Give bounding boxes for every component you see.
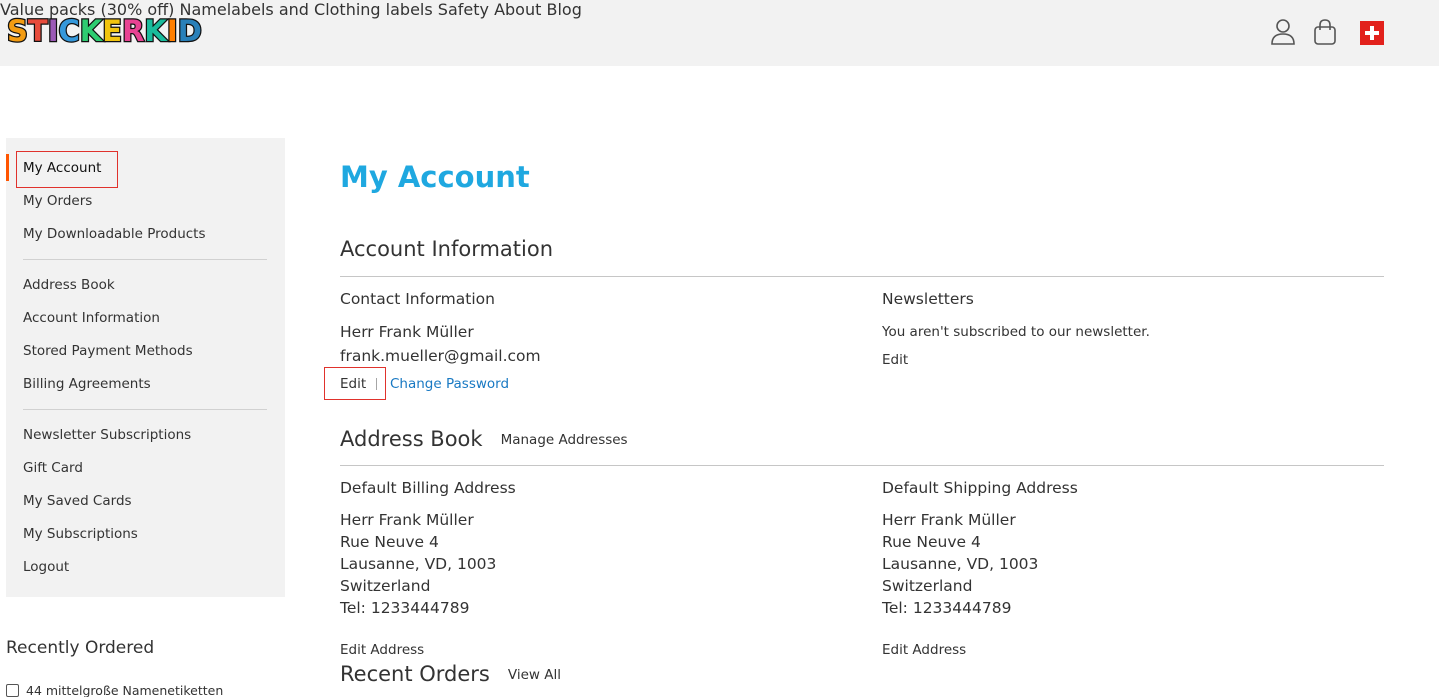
recently-ordered-title: Recently Ordered bbox=[6, 638, 155, 658]
active-indicator bbox=[6, 154, 9, 181]
manage-addresses-link[interactable]: Manage Addresses bbox=[501, 432, 628, 448]
sidebar-item-stored-payment-methods[interactable]: Stored Payment Methods bbox=[23, 343, 193, 359]
recent-orders-title: Recent Orders View All bbox=[340, 662, 561, 686]
billing-line: Tel: 1233444789 bbox=[340, 599, 470, 617]
billing-line: Lausanne, VD, 1003 bbox=[340, 555, 497, 573]
billing-line: Rue Neuve 4 bbox=[340, 533, 439, 551]
sidebar-item-gift-card[interactable]: Gift Card bbox=[23, 460, 83, 476]
address-book-title: Address Book Manage Addresses bbox=[340, 427, 628, 451]
newsletters-title: Newsletters bbox=[882, 290, 974, 308]
sidebar-item-billing-agreements[interactable]: Billing Agreements bbox=[23, 376, 151, 392]
contact-email: frank.mueller@gmail.com bbox=[340, 347, 541, 365]
section-divider bbox=[340, 465, 1384, 466]
contact-edit-link[interactable]: Edit bbox=[340, 376, 366, 392]
swiss-flag-icon[interactable] bbox=[1360, 21, 1384, 49]
sidebar-item-logout[interactable]: Logout bbox=[23, 559, 69, 575]
logo-letter: R bbox=[121, 13, 146, 50]
newsletter-status-text: You aren't subscribed to our newsletter. bbox=[882, 324, 1150, 340]
sidebar-divider bbox=[23, 409, 267, 410]
default-shipping-title: Default Shipping Address bbox=[882, 479, 1078, 497]
account-sidebar: My Account My Orders My Downloadable Pro… bbox=[6, 138, 285, 597]
sidebar-item-my-account[interactable]: My Account bbox=[23, 160, 101, 176]
page-title: My Account bbox=[340, 160, 530, 194]
sidebar-item-subscriptions[interactable]: My Subscriptions bbox=[23, 526, 138, 542]
sidebar-divider bbox=[23, 259, 267, 260]
nav-namelabels[interactable]: Namelabels and Clothing labels bbox=[180, 0, 433, 19]
section-divider bbox=[340, 276, 1384, 277]
nav-safety[interactable]: Safety bbox=[438, 0, 489, 19]
newsletter-edit-link[interactable]: Edit bbox=[882, 352, 908, 368]
logo-letter: I bbox=[46, 13, 59, 50]
logo-letter: E bbox=[101, 13, 123, 50]
logo-letter: S bbox=[6, 13, 29, 50]
contact-information-title: Contact Information bbox=[340, 290, 495, 308]
account-information-title: Account Information bbox=[340, 237, 554, 261]
edit-shipping-address-link[interactable]: Edit Address bbox=[882, 642, 966, 658]
default-billing-title: Default Billing Address bbox=[340, 479, 516, 497]
sidebar-item-saved-cards[interactable]: My Saved Cards bbox=[23, 493, 132, 509]
sidebar-item-account-information[interactable]: Account Information bbox=[23, 310, 160, 326]
logo-letter: T bbox=[27, 13, 49, 50]
shipping-line: Switzerland bbox=[882, 577, 973, 595]
change-password-link[interactable]: Change Password bbox=[390, 376, 509, 392]
recently-ordered-checkbox[interactable] bbox=[6, 684, 19, 697]
sidebar-item-address-book[interactable]: Address Book bbox=[23, 277, 115, 293]
nav-blog[interactable]: Blog bbox=[546, 0, 581, 19]
logo-letter: K bbox=[143, 13, 168, 50]
logo-letter: C bbox=[57, 13, 81, 50]
contact-name: Herr Frank Müller bbox=[340, 323, 474, 341]
shipping-line: Tel: 1233444789 bbox=[882, 599, 1012, 617]
sidebar-item-my-orders[interactable]: My Orders bbox=[23, 193, 92, 209]
user-icon[interactable] bbox=[1270, 18, 1296, 50]
shipping-line: Herr Frank Müller bbox=[882, 511, 1016, 529]
sidebar-item-downloadable-products[interactable]: My Downloadable Products bbox=[23, 226, 206, 242]
cart-icon[interactable] bbox=[1313, 18, 1337, 50]
address-book-heading: Address Book bbox=[340, 427, 483, 451]
billing-line: Switzerland bbox=[340, 577, 431, 595]
view-all-orders-link[interactable]: View All bbox=[508, 667, 561, 683]
billing-line: Herr Frank Müller bbox=[340, 511, 474, 529]
stickerkid-logo[interactable]: STICKERKID bbox=[6, 13, 203, 50]
shipping-line: Rue Neuve 4 bbox=[882, 533, 981, 551]
sidebar-item-newsletter-subscriptions[interactable]: Newsletter Subscriptions bbox=[23, 427, 191, 443]
recent-orders-heading: Recent Orders bbox=[340, 662, 490, 686]
shipping-line: Lausanne, VD, 1003 bbox=[882, 555, 1039, 573]
link-separator bbox=[376, 378, 377, 390]
recently-ordered-item-label[interactable]: 44 mittelgroße Namenetiketten bbox=[26, 683, 223, 697]
logo-letter: I bbox=[166, 13, 179, 50]
site-header: STICKERKID Value packs (30% off) Namelab… bbox=[0, 0, 1439, 66]
recently-ordered-item[interactable]: 44 mittelgroße Namenetiketten bbox=[6, 683, 223, 697]
logo-letter: D bbox=[176, 13, 203, 50]
nav-about[interactable]: About bbox=[494, 0, 541, 19]
logo-letter: K bbox=[79, 13, 104, 50]
edit-billing-address-link[interactable]: Edit Address bbox=[340, 642, 424, 658]
